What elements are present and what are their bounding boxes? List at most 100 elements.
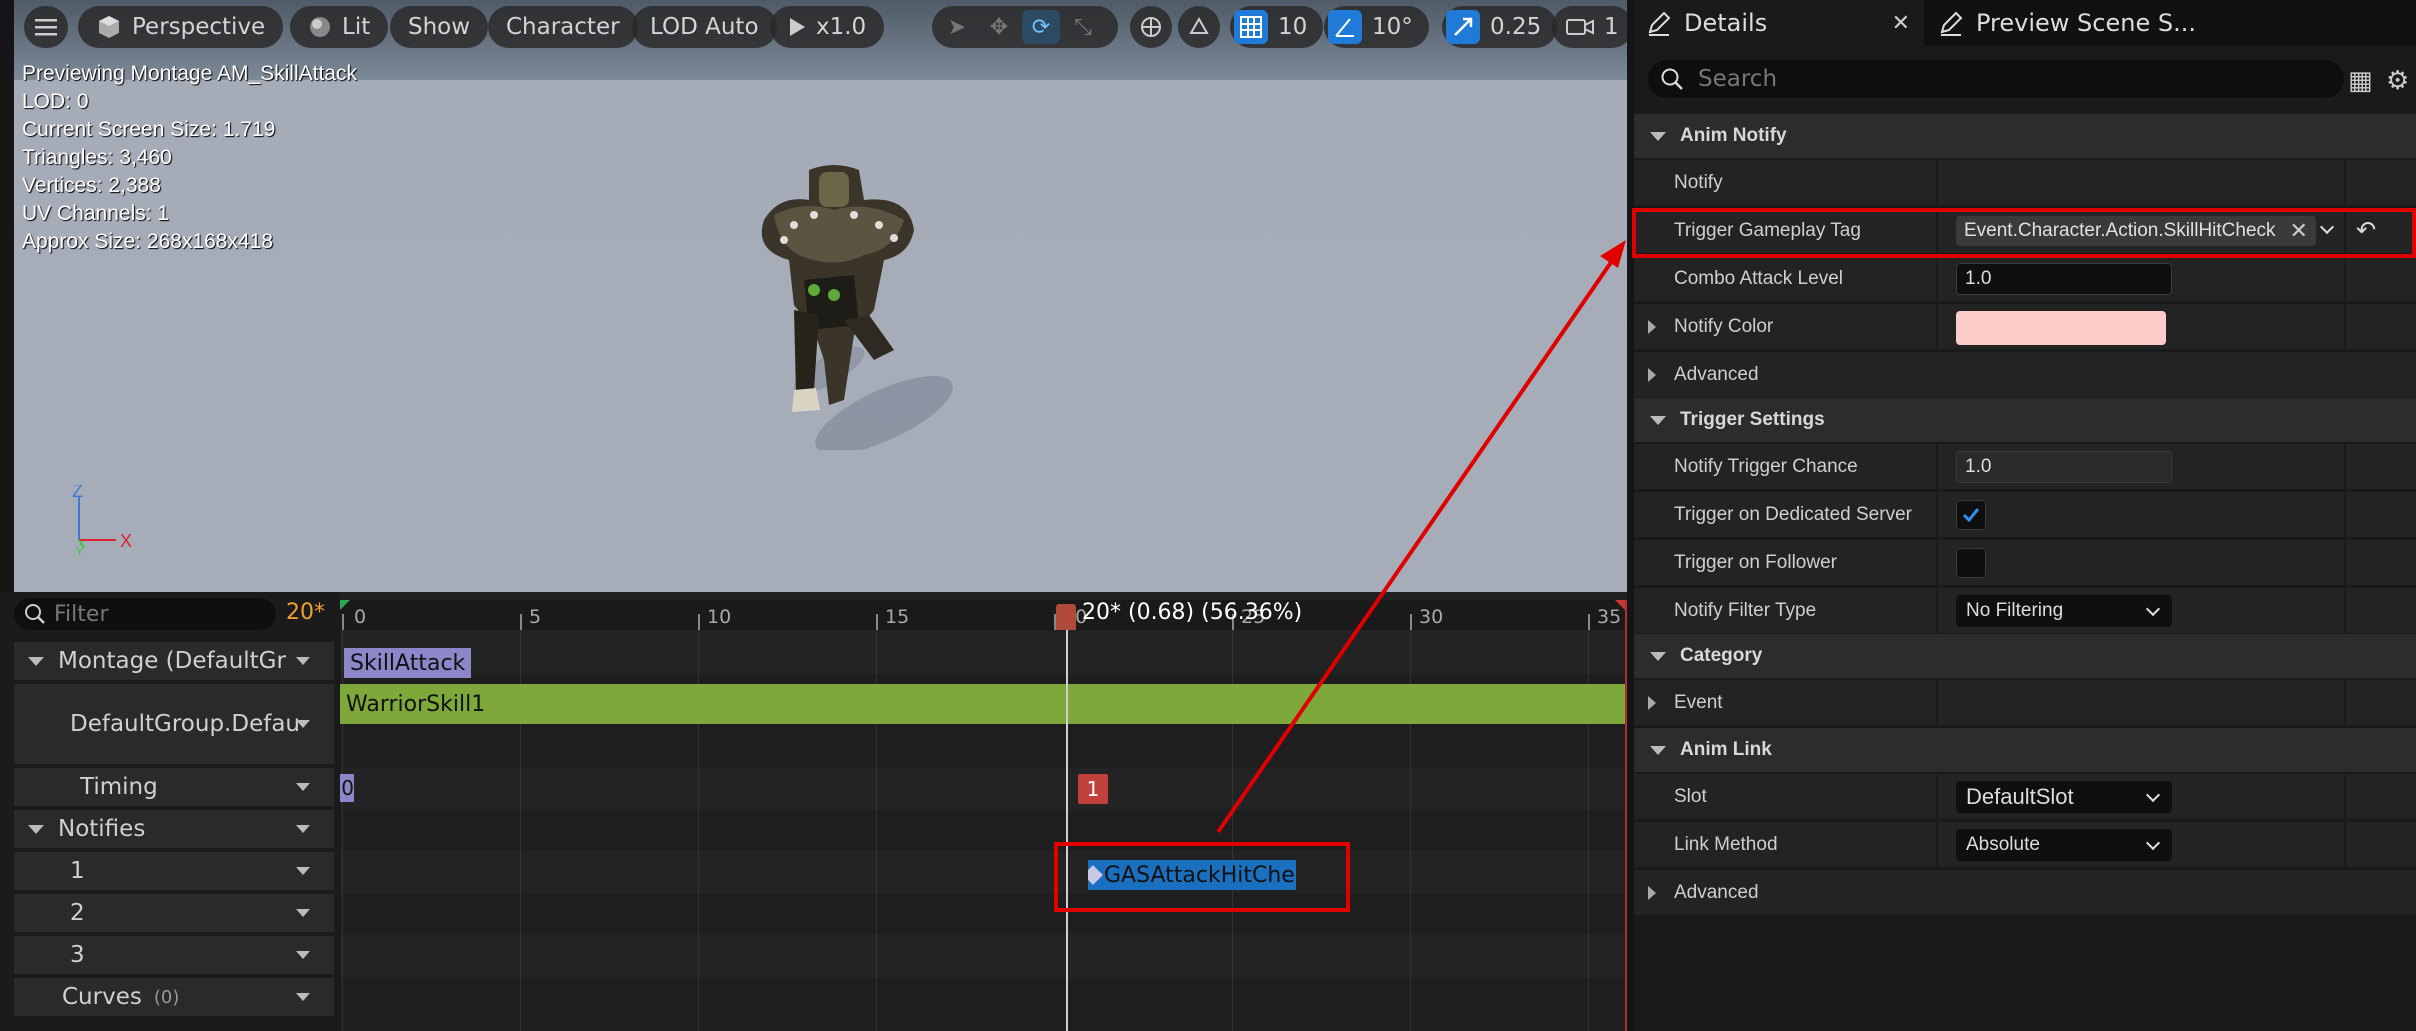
- angle-icon: [1328, 10, 1362, 44]
- timing-marker-1[interactable]: 1: [1078, 774, 1108, 804]
- perspective-label: Perspective: [132, 14, 266, 40]
- combo-attack-level-input[interactable]: 1.0: [1956, 263, 2172, 295]
- category-anim-link[interactable]: Anim Link: [1634, 728, 2416, 772]
- expand-triangle-icon[interactable]: [28, 824, 44, 834]
- camera-speed-button[interactable]: 1: [1552, 6, 1627, 48]
- tab-details-label: Details: [1684, 9, 1768, 37]
- timing-marker-1-label: 1: [1086, 777, 1100, 801]
- prop-notify-filter-type-label: Notify Filter Type: [1674, 600, 1817, 621]
- chevron-down-icon[interactable]: [296, 993, 310, 1001]
- table-view-icon[interactable]: ▦: [2348, 66, 2373, 96]
- character-button[interactable]: Character: [488, 6, 638, 48]
- slot-dropdown[interactable]: DefaultSlot: [1956, 781, 2172, 813]
- expand-triangle-icon[interactable]: [1648, 368, 1656, 382]
- info-preview-line: Previewing Montage AM_SkillAttack: [22, 62, 357, 85]
- chevron-down-icon[interactable]: [296, 867, 310, 875]
- menu-button[interactable]: [24, 6, 68, 48]
- collapse-triangle-icon[interactable]: [1650, 651, 1666, 661]
- playhead-handle[interactable]: [1056, 604, 1076, 630]
- track-curves[interactable]: Curves (0): [14, 978, 334, 1016]
- track-notify-3[interactable]: 3: [14, 936, 334, 974]
- prop-notify: Notify: [1634, 160, 2416, 206]
- search-icon: [1661, 68, 1683, 90]
- collapse-triangle-icon[interactable]: [1650, 415, 1666, 425]
- chevron-down-icon[interactable]: [296, 951, 310, 959]
- slot-animation-segment[interactable]: WarriorSkill1: [340, 684, 1627, 724]
- slot-field: DefaultSlot: [1956, 781, 2172, 813]
- scale-snap-button[interactable]: 0.25: [1442, 6, 1558, 48]
- chevron-down-icon[interactable]: [296, 657, 310, 665]
- chevron-down-icon[interactable]: [296, 783, 310, 791]
- lod-button[interactable]: LOD Auto: [632, 6, 777, 48]
- character-mesh[interactable]: [734, 160, 954, 450]
- info-triangles-line: Triangles: 3,460: [22, 146, 172, 169]
- notify-color-swatch[interactable]: [1956, 311, 2166, 345]
- filter-input[interactable]: Filter: [14, 598, 276, 630]
- chevron-down-icon[interactable]: [296, 909, 310, 917]
- column-divider: [1936, 822, 1938, 868]
- track-notify-1[interactable]: 1: [14, 852, 334, 890]
- link-method-dropdown[interactable]: Absolute: [1956, 829, 2172, 861]
- show-button[interactable]: Show: [390, 6, 489, 48]
- dedicated-server-checkbox[interactable]: [1956, 500, 1986, 530]
- viewport[interactable]: Perspective Lit Show Character LOD Auto …: [14, 0, 1627, 592]
- follower-checkbox[interactable]: [1956, 548, 1986, 578]
- track-montage[interactable]: Montage (DefaultGr: [14, 642, 334, 680]
- playhead-line[interactable]: [1066, 630, 1068, 1031]
- timing-marker-left[interactable]: 0: [340, 774, 354, 802]
- prop-event-label: Event: [1648, 680, 1723, 726]
- close-icon[interactable]: ✕: [1892, 11, 1910, 36]
- track-timing[interactable]: Timing: [14, 768, 334, 806]
- track-notify-3-label: 3: [70, 942, 85, 968]
- tab-preview-scene[interactable]: Preview Scene S...: [1926, 0, 2208, 46]
- settings-gear-icon[interactable]: ⚙: [2386, 66, 2409, 96]
- ruler-tick: [876, 614, 878, 630]
- track-default-group[interactable]: DefaultGroup.Defau: [14, 684, 334, 764]
- expand-triangle-icon[interactable]: [28, 656, 44, 666]
- scale-tool-icon[interactable]: ⤡: [1064, 10, 1102, 44]
- combo-attack-level-field[interactable]: 1.0: [1956, 263, 2172, 295]
- track-notifies[interactable]: Notifies: [14, 810, 334, 848]
- category-anim-notify[interactable]: Anim Notify: [1634, 114, 2416, 158]
- expand-triangle-icon[interactable]: [1648, 696, 1656, 710]
- track-notify-2[interactable]: 2: [14, 894, 334, 932]
- notify-trigger-chance-input[interactable]: 1.0: [1956, 451, 2172, 483]
- notify-filter-type-dropdown[interactable]: No Filtering: [1956, 595, 2172, 627]
- lit-label: Lit: [342, 14, 371, 40]
- expand-triangle-icon[interactable]: [1648, 886, 1656, 900]
- collapse-triangle-icon[interactable]: [1650, 745, 1666, 755]
- rotation-snap-button[interactable]: 10°: [1324, 6, 1429, 48]
- rotate-tool-icon[interactable]: ⟳: [1022, 10, 1060, 44]
- prop-advanced[interactable]: Advanced: [1634, 352, 2416, 398]
- coordinate-space-button[interactable]: [1130, 6, 1172, 48]
- grid-snap-button[interactable]: 10: [1230, 6, 1324, 48]
- lit-button[interactable]: Lit: [290, 6, 389, 48]
- link-method-value: Absolute: [1966, 834, 2040, 855]
- surface-snap-icon: [1189, 16, 1209, 34]
- chevron-down-icon[interactable]: [296, 825, 310, 833]
- expand-triangle-icon[interactable]: [1648, 320, 1656, 334]
- ruler-tick: [1410, 614, 1412, 630]
- time-ruler[interactable]: 0 5 10 15 20 25 30 35: [340, 600, 1627, 630]
- category-category[interactable]: Category: [1634, 634, 2416, 678]
- perspective-button[interactable]: Perspective: [78, 6, 284, 48]
- play-speed-button[interactable]: x1.0: [770, 6, 885, 48]
- column-divider: [2344, 492, 2346, 538]
- prop-notify-trigger-chance-label: Notify Trigger Chance: [1674, 456, 1858, 477]
- tick-label: 30: [1419, 606, 1444, 628]
- prop-advanced-2[interactable]: Advanced: [1634, 870, 2416, 916]
- move-tool-icon[interactable]: ✥: [980, 10, 1018, 44]
- details-search-input[interactable]: Search: [1648, 60, 2344, 98]
- montage-section-segment[interactable]: SkillAttack: [344, 648, 472, 678]
- select-tool-icon[interactable]: ➤: [938, 10, 976, 44]
- tab-details[interactable]: Details ✕: [1634, 0, 1924, 46]
- slot-value: DefaultSlot: [1966, 784, 2074, 809]
- surface-snap-button[interactable]: [1178, 6, 1220, 48]
- notify-trigger-chance-field[interactable]: 1.0: [1956, 451, 2172, 483]
- timeline-grid[interactable]: 0 5 10 15 20 25 30 35 SkillAttack Warrio…: [340, 592, 1627, 1031]
- collapse-triangle-icon[interactable]: [1650, 131, 1666, 141]
- category-trigger-settings[interactable]: Trigger Settings: [1634, 398, 2416, 442]
- prop-trigger-on-dedicated-server-label: Trigger on Dedicated Server: [1674, 504, 1912, 525]
- chevron-down-icon[interactable]: [296, 720, 310, 728]
- prop-event[interactable]: Event: [1634, 680, 2416, 726]
